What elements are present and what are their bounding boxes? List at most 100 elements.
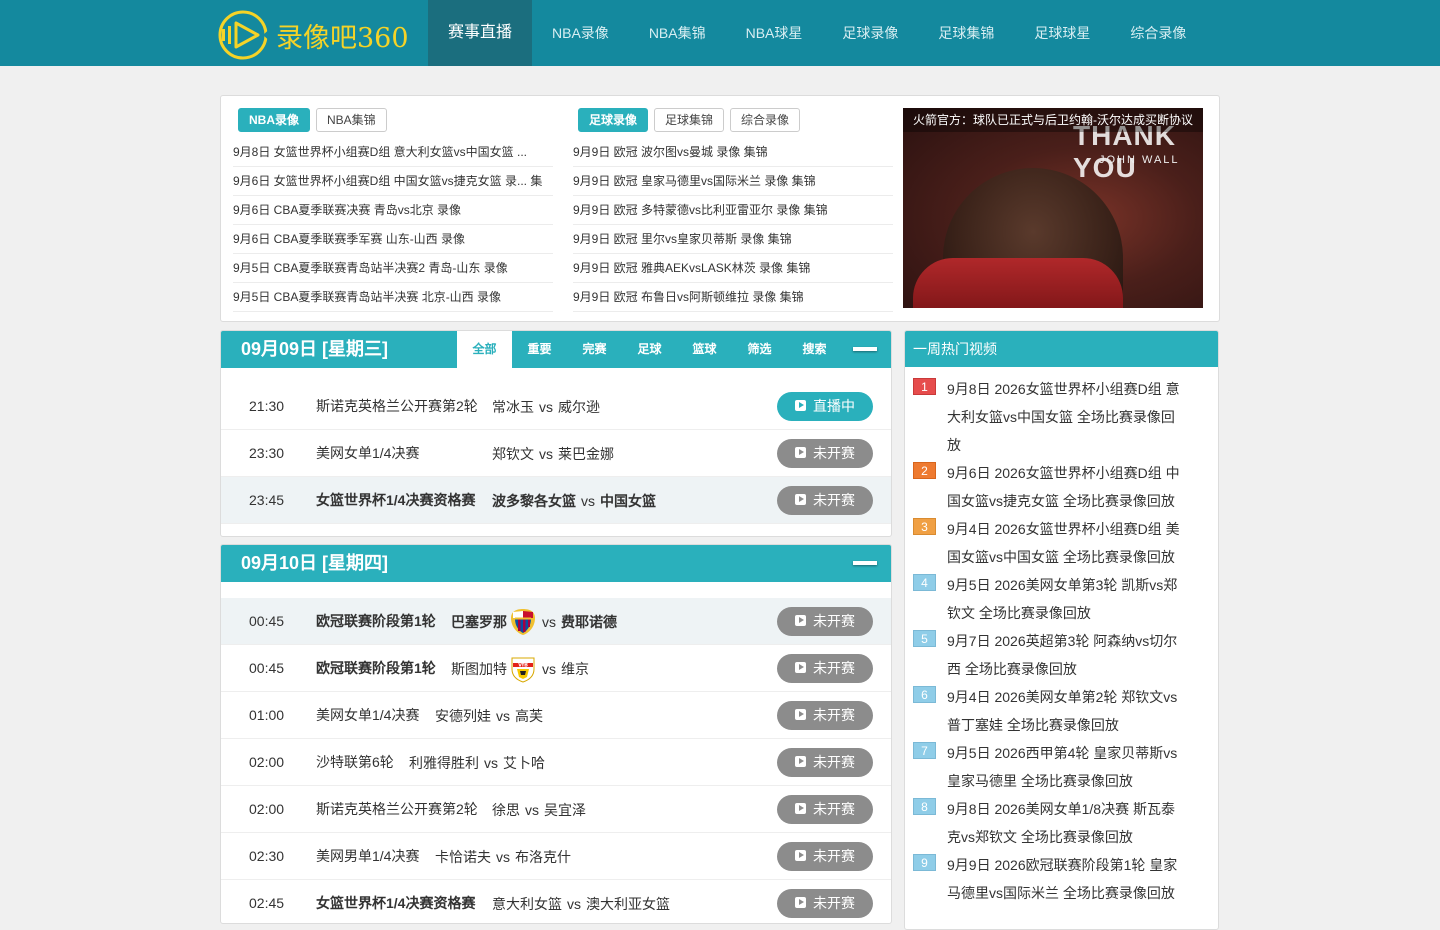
site-logo[interactable]: 录像吧360: [218, 8, 428, 62]
home-team: 利雅得胜利: [409, 754, 479, 771]
match-league: 斯诺克英格兰公开赛第2轮: [316, 801, 478, 817]
away-team: 中国女篮: [600, 492, 656, 509]
status-button[interactable]: 未开赛: [777, 486, 873, 515]
tab-general-replay[interactable]: 综合录像: [730, 108, 801, 132]
image-caption[interactable]: 火箭官方：球队已正式与后卫约翰-沃尔达成买断协议: [903, 108, 1203, 132]
match-row[interactable]: 02:30 美网男单1/4决赛 卡恰诺夫 vs 布洛克什 未开赛: [221, 833, 891, 880]
list-item[interactable]: 9月9日 欧冠 皇家马德里vs国际米兰 录像 集锦: [573, 167, 893, 196]
nav-item-live[interactable]: 赛事直播: [428, 0, 533, 66]
stuttgart-crest-icon: VfB: [509, 655, 537, 683]
tab-nba-highlights[interactable]: NBA集锦: [316, 108, 387, 132]
match-row[interactable]: 02:00 斯诺克英格兰公开赛第2轮 徐思 vs 吴宜泽 未开赛: [221, 786, 891, 833]
top-navbar: 录像吧360 赛事直播 NBA录像 NBA集锦 NBA球星 足球录像 足球集锦 …: [0, 0, 1440, 66]
list-item[interactable]: 9月8日 女篮世界杯小组赛D组 意大利女篮vs中国女篮 ...: [233, 138, 553, 167]
hot-video-item[interactable]: 2 9月6日 2026女篮世界杯小组赛D组 中国女篮vs捷克女篮 全场比赛录像回放: [913, 459, 1218, 515]
nav-item-football-replay[interactable]: 足球录像: [822, 0, 918, 66]
tab-nba-replay[interactable]: NBA录像: [238, 108, 310, 132]
hot-video-item[interactable]: 7 9月5日 2026西甲第4轮 皇家贝蒂斯vs皇家马德里 全场比赛录像回放: [913, 739, 1218, 795]
hot-video-item[interactable]: 1 9月8日 2026女篮世界杯小组赛D组 意大利女篮vs中国女篮 全场比赛录像回…: [913, 375, 1218, 459]
rank-badge: 9: [913, 854, 936, 871]
match-row[interactable]: 00:45 欧冠联赛阶段第1轮 巴塞罗那 vs 费耶诺德 未开赛: [221, 598, 891, 645]
logo-video-icon: [218, 9, 272, 61]
match-teams: 斯图加特 VfB vs 维京: [451, 645, 589, 692]
hot-videos-list: 1 9月8日 2026女篮世界杯小组赛D组 意大利女篮vs中国女篮 全场比赛录像回…: [905, 367, 1218, 907]
match-teams: 利雅得胜利 vs 艾卜哈: [409, 739, 545, 786]
match-row[interactable]: 00:45 欧冠联赛阶段第1轮 斯图加特 VfB vs 维京 未开赛: [221, 645, 891, 692]
play-icon: [795, 400, 806, 411]
match-league: 沙特联第6轮: [316, 754, 394, 770]
tab-filter[interactable]: 筛选: [732, 331, 787, 368]
status-label: 未开赛: [813, 801, 855, 817]
collapse-icon[interactable]: [853, 347, 877, 351]
match-row[interactable]: 23:30 美网女单1/4决赛 郑钦文 vs 莱巴金娜 未开赛: [221, 430, 891, 477]
vs-label: vs: [542, 660, 556, 677]
list-item[interactable]: 9月6日 女篮世界杯小组赛D组 中国女篮vs捷克女篮 录... 集: [233, 167, 553, 196]
match-row[interactable]: 23:45 女篮世界杯1/4决赛资格赛 波多黎各女篮 vs 中国女篮 未开赛: [221, 477, 891, 524]
list-item[interactable]: 9月5日 CBA夏季联赛青岛站半决赛 北京-山西 录像: [233, 283, 553, 312]
hot-video-item[interactable]: 6 9月4日 2026美网女单第2轮 郑钦文vs普丁塞娃 全场比赛录像回放: [913, 683, 1218, 739]
status-button[interactable]: 未开赛: [777, 748, 873, 777]
list-item[interactable]: 9月5日 CBA夏季联赛青岛站半决赛2 青岛-山东 录像: [233, 254, 553, 283]
nav-item-football-highlights[interactable]: 足球集锦: [918, 0, 1014, 66]
hot-video-item[interactable]: 4 9月5日 2026美网女单第3轮 凯斯vs郑钦文 全场比赛录像回放: [913, 571, 1218, 627]
home-team: 徐思: [492, 801, 520, 818]
list-item[interactable]: 9月6日 CBA夏季联赛季军赛 山东-山西 录像: [233, 225, 553, 254]
tab-football[interactable]: 足球: [622, 331, 677, 368]
day-header: 09月10日 [星期四]: [221, 545, 891, 582]
match-time: 00:45: [249, 660, 285, 676]
tab-finished[interactable]: 完赛: [567, 331, 622, 368]
list-item[interactable]: 9月9日 欧冠 波尔图vs曼城 录像 集锦: [573, 138, 893, 167]
nav-item-nba-highlights[interactable]: NBA集锦: [629, 0, 726, 66]
nav-item-football-stars[interactable]: 足球球星: [1014, 0, 1110, 66]
list-item[interactable]: 9月6日 CBA夏季联赛决赛 青岛vs北京 录像: [233, 196, 553, 225]
list-item[interactable]: 9月9日 欧冠 雅典AEKvsLASK林茨 录像 集锦: [573, 254, 893, 283]
vs-label: vs: [539, 445, 553, 462]
status-button[interactable]: 未开赛: [777, 701, 873, 730]
play-icon: [795, 850, 806, 861]
match-league: 欧冠联赛阶段第1轮: [316, 660, 436, 676]
status-label: 未开赛: [813, 445, 855, 461]
hot-video-title: 9月8日 2026美网女单1/8决赛 斯瓦泰克vs郑钦文 全场比赛录像回放: [947, 801, 1175, 845]
match-row[interactable]: 02:00 沙特联第6轮 利雅得胜利 vs 艾卜哈 未开赛: [221, 739, 891, 786]
match-row[interactable]: 02:45 女篮世界杯1/4决赛资格赛 意大利女篮 vs 澳大利亚女篮 未开赛: [221, 880, 891, 923]
tab-basketball[interactable]: 篮球: [677, 331, 732, 368]
tab-football-highlights[interactable]: 足球集锦: [654, 108, 725, 132]
away-team: 布洛克什: [515, 848, 571, 865]
match-teams: 郑钦文 vs 莱巴金娜: [492, 430, 614, 477]
status-label: 未开赛: [813, 660, 855, 676]
nav-item-general-replay[interactable]: 综合录像: [1110, 0, 1206, 66]
status-button[interactable]: 未开赛: [777, 795, 873, 824]
live-button[interactable]: 直播中: [777, 392, 873, 421]
list-item[interactable]: 9月9日 欧冠 多特蒙德vs比利亚雷亚尔 录像 集锦: [573, 196, 893, 225]
list-item[interactable]: 9月9日 欧冠 布鲁日vs阿斯顿维拉 录像 集锦: [573, 283, 893, 312]
rank-badge: 3: [913, 518, 936, 535]
hot-video-title: 9月9日 2026欧冠联赛阶段第1轮 皇家马德里vs国际米兰 全场比赛录像回放: [947, 857, 1178, 901]
status-button[interactable]: 未开赛: [777, 889, 873, 918]
status-button[interactable]: 未开赛: [777, 439, 873, 468]
hot-video-item[interactable]: 5 9月7日 2026英超第3轮 阿森纳vs切尔西 全场比赛录像回放: [913, 627, 1218, 683]
tab-search[interactable]: 搜索: [787, 331, 842, 368]
hot-video-item[interactable]: 3 9月4日 2026女篮世界杯小组赛D组 美国女篮vs中国女篮 全场比赛录像回放: [913, 515, 1218, 571]
tab-football-replay[interactable]: 足球录像: [578, 108, 649, 132]
hot-video-item[interactable]: 8 9月8日 2026美网女单1/8决赛 斯瓦泰克vs郑钦文 全场比赛录像回放: [913, 795, 1218, 851]
match-time: 01:00: [249, 707, 285, 723]
weekly-hot-videos: 一周热门视频 1 9月8日 2026女篮世界杯小组赛D组 意大利女篮vs中国女篮 …: [904, 330, 1219, 930]
home-team: 巴塞罗那: [451, 613, 507, 630]
nav-item-nba-replay[interactable]: NBA录像: [532, 0, 629, 66]
match-row[interactable]: 01:00 美网女单1/4决赛 安德列娃 vs 高芙 未开赛: [221, 692, 891, 739]
tab-all[interactable]: 全部: [457, 331, 512, 368]
nba-replay-list: 9月8日 女篮世界杯小组赛D组 意大利女篮vs中国女篮 ... 9月6日 女篮世…: [233, 138, 553, 312]
match-teams: 意大利女篮 vs 澳大利亚女篮: [492, 880, 670, 923]
nav-item-nba-stars[interactable]: NBA球星: [726, 0, 823, 66]
status-button[interactable]: 未开赛: [777, 654, 873, 683]
away-team: 澳大利亚女篮: [586, 895, 670, 912]
hot-video-item[interactable]: 9 9月9日 2026欧冠联赛阶段第1轮 皇家马德里vs国际米兰 全场比赛录像回放: [913, 851, 1218, 907]
tab-important[interactable]: 重要: [512, 331, 567, 368]
status-button[interactable]: 未开赛: [777, 607, 873, 636]
football-tabs: 足球录像 足球集锦 综合录像: [578, 108, 893, 132]
collapse-icon[interactable]: [853, 561, 877, 565]
status-button[interactable]: 未开赛: [777, 842, 873, 871]
list-item[interactable]: 9月9日 欧冠 里尔vs皇家贝蒂斯 录像 集锦: [573, 225, 893, 254]
featured-news-image[interactable]: THANK YOU JOHN WALL 火箭官方：球队已正式与后卫约翰-沃尔达成…: [903, 108, 1203, 308]
match-row[interactable]: 21:30 斯诺克英格兰公开赛第2轮 常冰玉 vs 威尔逊 直播中: [221, 383, 891, 430]
